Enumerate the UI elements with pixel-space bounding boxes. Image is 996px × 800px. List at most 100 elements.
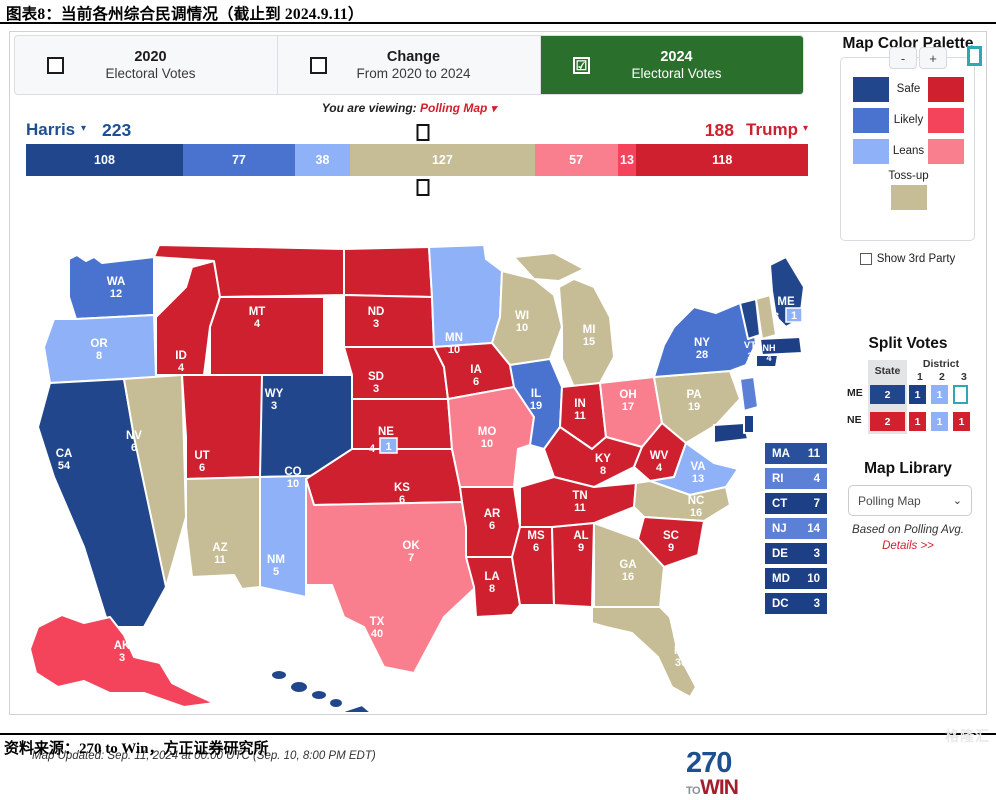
us-electoral-map[interactable]: WA 12 OR 8 CA 54 NV 6 ID 4 MT 4 WY 3 UT 6 CO 10 A… <box>14 187 810 799</box>
svg-text:5: 5 <box>273 566 279 578</box>
state-AZ[interactable] <box>185 476 261 590</box>
svg-text:SC: SC <box>663 530 679 542</box>
checkbox-change[interactable] <box>310 56 327 74</box>
small-state-box-DE[interactable]: DE 3 <box>765 543 827 564</box>
bar-segment-toss-up[interactable]: 127 <box>350 144 535 176</box>
harris-chevron-down-icon[interactable]: ▾ <box>81 123 86 134</box>
checkbox-2020[interactable] <box>47 56 64 74</box>
swatch-leans-dem[interactable] <box>853 138 889 164</box>
small-state-box-CT[interactable]: CT 7 <box>765 493 827 514</box>
show-3rd-party-checkbox[interactable] <box>859 253 872 265</box>
details-link[interactable]: Details >> <box>832 540 984 552</box>
svg-text:CA: CA <box>56 448 73 460</box>
state-NJ[interactable] <box>739 376 759 412</box>
svg-text:6: 6 <box>533 542 539 554</box>
right-rail: Map Color Palette - + Safe Likely Leans … <box>832 35 984 711</box>
state-ND[interactable] <box>343 246 433 298</box>
tab-2020[interactable]: 2020 Electoral Votes <box>15 36 278 94</box>
svg-text:OK: OK <box>402 540 420 552</box>
small-state-abbr: MA <box>772 447 790 460</box>
swatch-safe-dem[interactable] <box>853 76 889 102</box>
palette-increase-button[interactable]: + <box>919 47 947 69</box>
chevron-down-icon[interactable]: ▾ <box>491 103 497 115</box>
bar-segment-likely-d[interactable]: 77 <box>182 144 295 176</box>
palette-label-leans: Leans <box>892 145 925 157</box>
swatch-tossup[interactable] <box>891 185 927 210</box>
svg-text:4: 4 <box>254 318 261 330</box>
split-NE-d2[interactable]: 1 <box>931 412 948 431</box>
swatch-likely-dem[interactable] <box>853 107 889 133</box>
svg-text:4: 4 <box>766 353 771 363</box>
split-row-label-NE: NE <box>847 414 862 426</box>
split-ME-state[interactable]: 2 <box>870 385 905 404</box>
split-ME-d1[interactable]: 1 <box>909 385 926 404</box>
figure-caption: 图表8：当前各州综合民调情况（截止到 2024.9.11） <box>6 6 364 23</box>
split-state-header: State <box>868 360 907 382</box>
svg-text:10: 10 <box>516 322 528 334</box>
footer-divider <box>0 733 996 735</box>
trump-label[interactable]: Trump <box>746 120 798 140</box>
harris-label[interactable]: Harris <box>26 120 75 140</box>
small-state-box-RI[interactable]: RI 4 <box>765 468 827 489</box>
swatch-safe-rep[interactable] <box>927 76 964 102</box>
swatch-likely-rep[interactable] <box>928 107 964 133</box>
split-NE-d3[interactable]: 1 <box>953 412 970 431</box>
svg-text:19: 19 <box>530 400 542 412</box>
palette-highlight-box[interactable] <box>967 46 982 66</box>
show-3rd-party-row[interactable]: Show 3rd Party <box>840 253 975 265</box>
small-state-box-DC[interactable]: DC 3 <box>765 593 827 614</box>
small-state-ev: 3 <box>813 547 820 560</box>
svg-text:1: 1 <box>791 310 797 322</box>
small-state-box-list: MA 11 RI 4 CT 7 NJ 14 DE 3 MD 10 DC 3 <box>765 443 827 618</box>
state-UT[interactable] <box>181 374 263 480</box>
svg-text:4: 4 <box>178 362 185 374</box>
svg-text:LA: LA <box>484 571 499 583</box>
palette-decrease-button[interactable]: - <box>889 47 917 69</box>
bar-segment-safe-d[interactable]: 108 <box>26 144 183 176</box>
svg-text:CO: CO <box>284 466 301 478</box>
state-DE[interactable] <box>743 414 755 434</box>
palette-row-leans: Leans <box>853 138 964 164</box>
tab-change-title: Change <box>386 48 441 65</box>
tab-2024[interactable]: ☑ 2024 Electoral Votes <box>541 36 803 94</box>
bar-segment-safe-r[interactable]: 118 <box>636 144 808 176</box>
split-NE-d1[interactable]: 1 <box>909 412 926 431</box>
svg-text:WI: WI <box>515 310 529 322</box>
state-KS[interactable] <box>351 398 453 450</box>
split-ME-d2[interactable]: 1 <box>931 385 948 404</box>
svg-text:KY: KY <box>595 453 611 465</box>
small-state-box-MD[interactable]: MD 10 <box>765 568 827 589</box>
split-votes-title: Split Votes <box>868 335 948 352</box>
swatch-leans-rep[interactable] <box>928 138 964 164</box>
state-SD[interactable] <box>343 294 435 348</box>
split-NE-state[interactable]: 2 <box>870 412 905 431</box>
state-MN[interactable] <box>428 244 503 348</box>
svg-text:NM: NM <box>267 554 285 566</box>
state-MD[interactable] <box>713 422 749 444</box>
small-state-box-MA[interactable]: MA 11 <box>765 443 827 464</box>
viewing-map-name[interactable]: Polling Map <box>420 101 487 115</box>
bar-segment-likely-r[interactable]: 13 <box>617 144 637 176</box>
svg-text:MO: MO <box>478 426 497 438</box>
split-ME-d3[interactable] <box>953 385 968 404</box>
chevron-down-icon[interactable]: ⌄ <box>953 494 962 507</box>
small-state-box-NJ[interactable]: NJ 14 <box>765 518 827 539</box>
state-NE[interactable] <box>343 346 449 400</box>
svg-text:4: 4 <box>369 443 376 455</box>
bar-segment-leans-d[interactable]: 38 <box>294 144 351 176</box>
map-library-select[interactable]: Polling Map ⌄ <box>848 485 972 516</box>
state-TX[interactable] <box>305 478 485 674</box>
svg-text:9: 9 <box>578 542 584 554</box>
state-WY[interactable] <box>209 296 325 376</box>
small-state-ev: 14 <box>807 522 820 535</box>
svg-text:UT: UT <box>194 450 209 462</box>
map-svg[interactable]: WA12 OR8 CA54 NV6 ID4 MT4 WY3 UT6 CO10 A… <box>14 187 810 712</box>
tab-change[interactable]: Change From 2020 to 2024 <box>278 36 541 94</box>
svg-text:GA: GA <box>619 559 636 571</box>
tab-2024-subtitle: Electoral Votes <box>631 65 722 81</box>
bar-segment-leans-r[interactable]: 57 <box>534 144 618 176</box>
logo-number: 270 <box>686 747 732 779</box>
trump-chevron-down-icon[interactable]: ▾ <box>803 123 808 134</box>
checkbox-2024[interactable]: ☑ <box>573 56 590 74</box>
svg-text:9: 9 <box>668 542 674 554</box>
